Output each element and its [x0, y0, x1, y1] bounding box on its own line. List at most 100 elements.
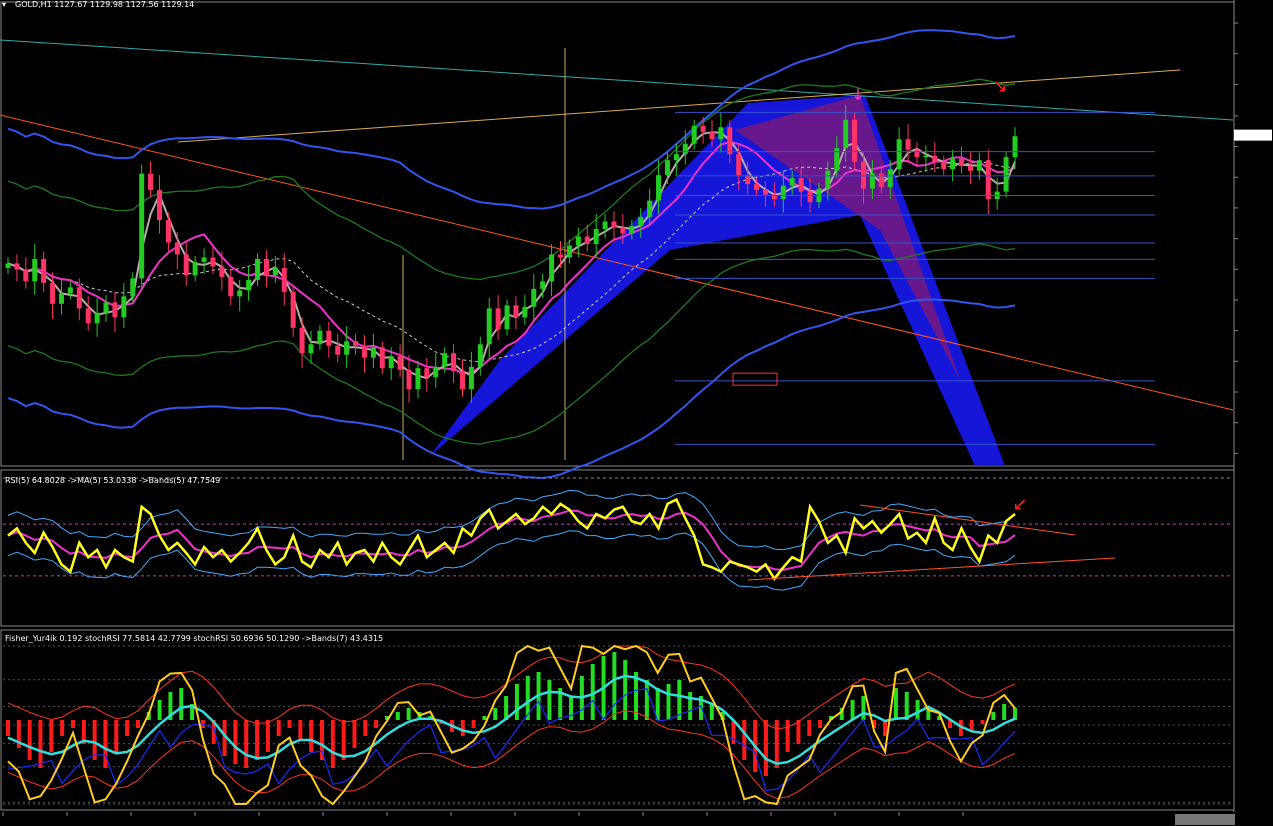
candle-body	[23, 269, 29, 282]
candle-body	[192, 261, 198, 276]
candle-body	[326, 330, 332, 346]
candle-body	[246, 279, 252, 291]
fisher-bar	[915, 700, 920, 720]
fisher-bar	[179, 688, 184, 720]
candle-body	[495, 308, 501, 330]
candle-body	[959, 158, 965, 167]
candle-body	[183, 254, 189, 276]
candle-body	[976, 160, 982, 171]
collapse-icon[interactable]: ▾	[2, 0, 6, 9]
candle-body	[941, 161, 947, 170]
candle-body	[700, 125, 706, 132]
candle-body	[807, 191, 813, 203]
candle-body	[745, 175, 751, 185]
fisher-bar	[980, 720, 985, 724]
candle-body	[148, 173, 154, 191]
candle-body	[263, 258, 269, 276]
fisher-bar	[135, 720, 140, 728]
candle-body	[522, 306, 528, 318]
candle-body	[174, 242, 180, 255]
fisher-bar	[666, 684, 671, 720]
candle-body	[1003, 157, 1009, 192]
candle-body	[237, 290, 243, 297]
candle-body	[459, 371, 465, 390]
candle-body	[985, 160, 991, 200]
candle-body	[406, 369, 412, 390]
candle-body	[299, 327, 305, 354]
fisher-bar	[309, 720, 314, 752]
candle-body	[58, 293, 64, 304]
fisher-bar	[547, 680, 552, 720]
candle-body	[317, 330, 323, 345]
candle-body	[76, 287, 82, 309]
rsi-title: RSI(5) 64.8028 ->MA(5) 53.0338 ->Bands(5…	[5, 476, 220, 485]
last-time-badge	[1175, 814, 1235, 825]
candle-body	[709, 131, 715, 140]
candle-body	[210, 257, 216, 267]
candle-body	[843, 119, 849, 149]
candle-body	[353, 341, 359, 346]
down-arrow-icon: ↓	[851, 85, 864, 104]
candle-body	[201, 257, 207, 262]
candle-body	[896, 139, 902, 170]
fisher-bar	[612, 652, 617, 720]
fisher-bar	[796, 720, 801, 744]
candle-body	[228, 276, 234, 297]
candle-body	[290, 291, 296, 328]
fisher-bar	[341, 720, 346, 760]
candle-body	[914, 149, 920, 158]
fisher-bar	[460, 720, 465, 736]
fisher-bar	[883, 720, 888, 736]
candle-body	[932, 155, 938, 162]
candle-body	[798, 178, 804, 192]
fisher-bar	[471, 720, 476, 728]
candle-body	[825, 170, 831, 189]
candle-body	[664, 160, 670, 176]
candle-body	[451, 353, 457, 372]
candle-body	[424, 368, 430, 378]
candle-body	[308, 344, 314, 354]
candle-body	[1012, 136, 1018, 158]
candle-body	[442, 353, 448, 367]
fisher-bar	[276, 720, 281, 736]
candle-body	[477, 344, 483, 367]
candle-body	[165, 220, 171, 243]
candle-body	[50, 282, 56, 304]
candle-body	[397, 356, 403, 370]
candle-body	[32, 258, 38, 282]
candle-body	[219, 266, 225, 277]
fisher-bar	[742, 720, 747, 760]
rsi-arrow-icon: ↙	[1012, 494, 1027, 515]
candle-body	[736, 154, 742, 176]
fisher-bar	[49, 720, 54, 752]
candle-body	[673, 154, 679, 161]
candle-body	[103, 302, 109, 313]
fisher-bar	[785, 720, 790, 752]
fisher-bar	[265, 720, 270, 752]
fisher-bar	[6, 720, 10, 736]
fisher-bar	[244, 720, 249, 768]
candle-body	[905, 139, 911, 150]
fisher-bar	[1002, 704, 1007, 720]
candle-body	[638, 217, 644, 227]
candle-body	[112, 302, 118, 318]
fisher-bar	[287, 720, 292, 728]
candle-body	[504, 305, 510, 330]
candle-body	[531, 288, 537, 307]
candle-body	[852, 119, 858, 162]
candle-body	[682, 143, 688, 155]
candle-body	[379, 347, 385, 369]
fisher-bar	[774, 720, 779, 768]
candle-body	[121, 296, 127, 318]
candle-body	[647, 200, 653, 218]
fisher-bar	[514, 684, 519, 720]
candle-body	[620, 227, 626, 234]
fisher-bar	[157, 700, 162, 720]
fisher-bar	[114, 720, 119, 752]
candle-body	[540, 281, 546, 289]
candle-body	[344, 341, 350, 355]
candle-body	[923, 155, 929, 158]
candle-body	[156, 190, 162, 221]
fisher-bar	[991, 712, 996, 720]
candle-body	[335, 345, 341, 355]
